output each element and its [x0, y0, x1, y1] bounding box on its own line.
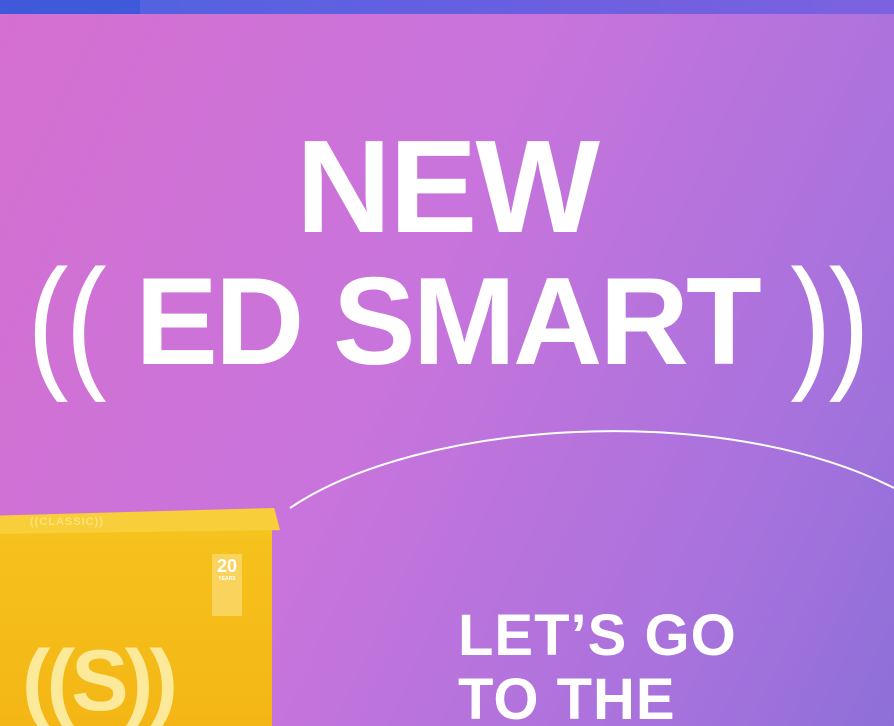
- cta-text: LET’S GO TO THE: [458, 604, 737, 726]
- anniversary-badge: 20 YEARS: [212, 554, 242, 616]
- headline: NEW (( ED SMART )): [0, 113, 894, 404]
- badge-years: YEARS: [218, 576, 236, 582]
- product-box-label: ((CLASSIC)): [30, 516, 104, 528]
- hero-banner: NEW (( ED SMART )) ((CLASSIC)) 20 YEARS …: [0, 0, 894, 726]
- brand-name: ED SMART: [135, 253, 762, 391]
- badge-number: 20: [216, 556, 238, 576]
- open-paren: ((: [27, 240, 107, 404]
- product-logo: ((S)): [22, 633, 178, 726]
- cta-line-2: TO THE: [458, 667, 676, 726]
- close-paren: )): [790, 240, 870, 404]
- headline-new: NEW: [296, 113, 600, 260]
- headline-brand: (( ED SMART )): [0, 241, 894, 404]
- top-strip: [0, 0, 894, 14]
- cta-line-1: LET’S GO: [458, 603, 737, 668]
